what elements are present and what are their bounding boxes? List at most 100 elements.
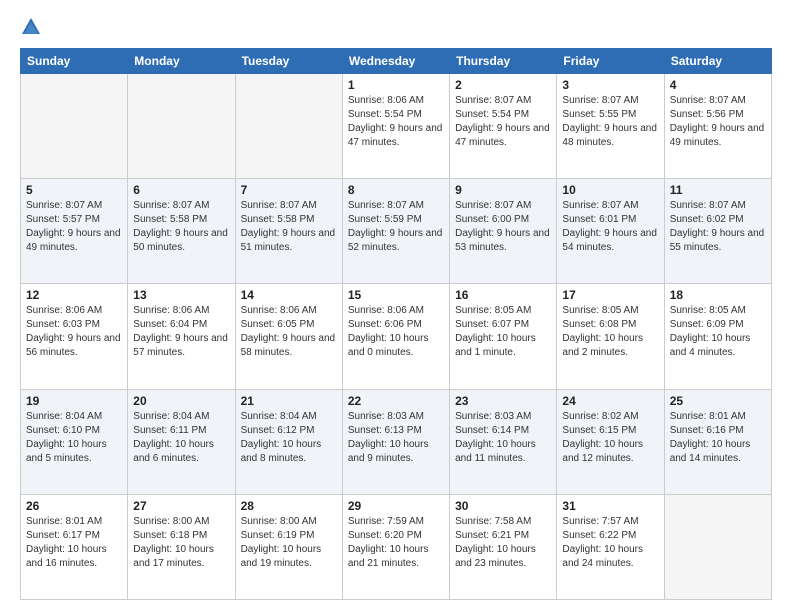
day-number: 13 <box>133 288 229 302</box>
day-number: 6 <box>133 183 229 197</box>
day-info: Sunrise: 8:07 AM Sunset: 5:59 PM Dayligh… <box>348 199 444 255</box>
calendar-cell: 5 Sunrise: 8:07 AM Sunset: 5:57 PM Daylig… <box>21 179 128 284</box>
day-number: 12 <box>26 288 122 302</box>
day-number: 18 <box>670 288 766 302</box>
calendar-cell <box>128 74 235 179</box>
calendar-cell: 18 Sunrise: 8:05 AM Sunset: 6:09 PM Dayli… <box>664 284 771 389</box>
day-info: Sunrise: 8:06 AM Sunset: 6:06 PM Dayligh… <box>348 304 444 360</box>
calendar-header-row: SundayMondayTuesdayWednesdayThursdayFrid… <box>21 49 772 74</box>
calendar-cell: 12 Sunrise: 8:06 AM Sunset: 6:03 PM Dayli… <box>21 284 128 389</box>
day-info: Sunrise: 8:04 AM Sunset: 6:10 PM Dayligh… <box>26 410 122 466</box>
day-number: 16 <box>455 288 551 302</box>
weekday-header-sunday: Sunday <box>21 49 128 74</box>
calendar-cell: 22 Sunrise: 8:03 AM Sunset: 6:13 PM Dayli… <box>342 389 449 494</box>
calendar-cell: 9 Sunrise: 8:07 AM Sunset: 6:00 PM Daylig… <box>450 179 557 284</box>
day-info: Sunrise: 8:05 AM Sunset: 6:09 PM Dayligh… <box>670 304 766 360</box>
day-info: Sunrise: 8:06 AM Sunset: 6:05 PM Dayligh… <box>241 304 337 360</box>
day-number: 2 <box>455 78 551 92</box>
day-info: Sunrise: 8:06 AM Sunset: 6:03 PM Dayligh… <box>26 304 122 360</box>
day-number: 7 <box>241 183 337 197</box>
day-info: Sunrise: 8:07 AM Sunset: 6:00 PM Dayligh… <box>455 199 551 255</box>
calendar-week-3: 12 Sunrise: 8:06 AM Sunset: 6:03 PM Dayli… <box>21 284 772 389</box>
calendar-cell: 26 Sunrise: 8:01 AM Sunset: 6:17 PM Dayli… <box>21 494 128 599</box>
day-number: 28 <box>241 499 337 513</box>
day-info: Sunrise: 8:07 AM Sunset: 5:58 PM Dayligh… <box>241 199 337 255</box>
day-number: 20 <box>133 394 229 408</box>
calendar-table: SundayMondayTuesdayWednesdayThursdayFrid… <box>20 48 772 600</box>
day-info: Sunrise: 8:04 AM Sunset: 6:12 PM Dayligh… <box>241 410 337 466</box>
logo <box>20 16 46 38</box>
day-info: Sunrise: 8:03 AM Sunset: 6:13 PM Dayligh… <box>348 410 444 466</box>
day-number: 21 <box>241 394 337 408</box>
day-info: Sunrise: 8:07 AM Sunset: 6:02 PM Dayligh… <box>670 199 766 255</box>
weekday-header-monday: Monday <box>128 49 235 74</box>
calendar-cell: 8 Sunrise: 8:07 AM Sunset: 5:59 PM Daylig… <box>342 179 449 284</box>
day-number: 17 <box>562 288 658 302</box>
weekday-header-tuesday: Tuesday <box>235 49 342 74</box>
calendar-cell: 27Sunrise: 8:00 AM Sunset: 6:18 PM Dayli… <box>128 494 235 599</box>
day-info: Sunrise: 8:00 AM Sunset: 6:18 PM Dayligh… <box>133 515 229 571</box>
day-number: 31 <box>562 499 658 513</box>
day-info: Sunrise: 8:07 AM Sunset: 5:56 PM Dayligh… <box>670 94 766 150</box>
day-info: Sunrise: 8:05 AM Sunset: 6:07 PM Dayligh… <box>455 304 551 360</box>
weekday-header-saturday: Saturday <box>664 49 771 74</box>
day-number: 4 <box>670 78 766 92</box>
day-number: 23 <box>455 394 551 408</box>
day-info: Sunrise: 8:07 AM Sunset: 6:01 PM Dayligh… <box>562 199 658 255</box>
day-number: 14 <box>241 288 337 302</box>
day-number: 22 <box>348 394 444 408</box>
day-number: 11 <box>670 183 766 197</box>
day-info: Sunrise: 8:01 AM Sunset: 6:17 PM Dayligh… <box>26 515 122 571</box>
day-info: Sunrise: 8:06 AM Sunset: 5:54 PM Dayligh… <box>348 94 444 150</box>
calendar-week-1: 1 Sunrise: 8:06 AM Sunset: 5:54 PM Daylig… <box>21 74 772 179</box>
logo-icon <box>20 16 42 38</box>
calendar-cell: 16 Sunrise: 8:05 AM Sunset: 6:07 PM Dayli… <box>450 284 557 389</box>
calendar-cell: 11 Sunrise: 8:07 AM Sunset: 6:02 PM Dayli… <box>664 179 771 284</box>
day-number: 25 <box>670 394 766 408</box>
calendar-cell: 21 Sunrise: 8:04 AM Sunset: 6:12 PM Dayli… <box>235 389 342 494</box>
calendar-cell: 13 Sunrise: 8:06 AM Sunset: 6:04 PM Dayli… <box>128 284 235 389</box>
calendar-cell: 15 Sunrise: 8:06 AM Sunset: 6:06 PM Dayli… <box>342 284 449 389</box>
calendar-cell: 23 Sunrise: 8:03 AM Sunset: 6:14 PM Dayli… <box>450 389 557 494</box>
day-info: Sunrise: 8:01 AM Sunset: 6:16 PM Dayligh… <box>670 410 766 466</box>
calendar-cell: 2Sunrise: 8:07 AM Sunset: 5:54 PM Daylig… <box>450 74 557 179</box>
day-info: Sunrise: 8:02 AM Sunset: 6:15 PM Dayligh… <box>562 410 658 466</box>
day-info: Sunrise: 7:57 AM Sunset: 6:22 PM Dayligh… <box>562 515 658 571</box>
day-info: Sunrise: 8:03 AM Sunset: 6:14 PM Dayligh… <box>455 410 551 466</box>
day-number: 5 <box>26 183 122 197</box>
calendar-cell: 10Sunrise: 8:07 AM Sunset: 6:01 PM Dayli… <box>557 179 664 284</box>
calendar-cell <box>664 494 771 599</box>
calendar-week-5: 26 Sunrise: 8:01 AM Sunset: 6:17 PM Dayli… <box>21 494 772 599</box>
calendar-cell: 20 Sunrise: 8:04 AM Sunset: 6:11 PM Dayli… <box>128 389 235 494</box>
day-number: 24 <box>562 394 658 408</box>
day-number: 29 <box>348 499 444 513</box>
day-number: 19 <box>26 394 122 408</box>
calendar-cell: 25 Sunrise: 8:01 AM Sunset: 6:16 PM Dayli… <box>664 389 771 494</box>
header <box>20 16 772 38</box>
day-info: Sunrise: 8:07 AM Sunset: 5:57 PM Dayligh… <box>26 199 122 255</box>
calendar-week-2: 5 Sunrise: 8:07 AM Sunset: 5:57 PM Daylig… <box>21 179 772 284</box>
day-number: 8 <box>348 183 444 197</box>
day-info: Sunrise: 8:07 AM Sunset: 5:55 PM Dayligh… <box>562 94 658 150</box>
calendar-cell: 19 Sunrise: 8:04 AM Sunset: 6:10 PM Dayli… <box>21 389 128 494</box>
calendar-cell: 29Sunrise: 7:59 AM Sunset: 6:20 PM Dayli… <box>342 494 449 599</box>
day-number: 3 <box>562 78 658 92</box>
day-info: Sunrise: 8:06 AM Sunset: 6:04 PM Dayligh… <box>133 304 229 360</box>
day-info: Sunrise: 8:04 AM Sunset: 6:11 PM Dayligh… <box>133 410 229 466</box>
weekday-header-wednesday: Wednesday <box>342 49 449 74</box>
weekday-header-thursday: Thursday <box>450 49 557 74</box>
day-number: 15 <box>348 288 444 302</box>
calendar-cell: 28Sunrise: 8:00 AM Sunset: 6:19 PM Dayli… <box>235 494 342 599</box>
weekday-header-friday: Friday <box>557 49 664 74</box>
calendar-week-4: 19 Sunrise: 8:04 AM Sunset: 6:10 PM Dayli… <box>21 389 772 494</box>
day-number: 9 <box>455 183 551 197</box>
day-number: 26 <box>26 499 122 513</box>
day-info: Sunrise: 8:07 AM Sunset: 5:58 PM Dayligh… <box>133 199 229 255</box>
day-number: 1 <box>348 78 444 92</box>
calendar-cell: 14 Sunrise: 8:06 AM Sunset: 6:05 PM Dayli… <box>235 284 342 389</box>
calendar-cell: 24 Sunrise: 8:02 AM Sunset: 6:15 PM Dayli… <box>557 389 664 494</box>
calendar-cell: 7 Sunrise: 8:07 AM Sunset: 5:58 PM Daylig… <box>235 179 342 284</box>
day-info: Sunrise: 7:58 AM Sunset: 6:21 PM Dayligh… <box>455 515 551 571</box>
page: SundayMondayTuesdayWednesdayThursdayFrid… <box>0 0 792 612</box>
calendar-cell: 1 Sunrise: 8:06 AM Sunset: 5:54 PM Daylig… <box>342 74 449 179</box>
